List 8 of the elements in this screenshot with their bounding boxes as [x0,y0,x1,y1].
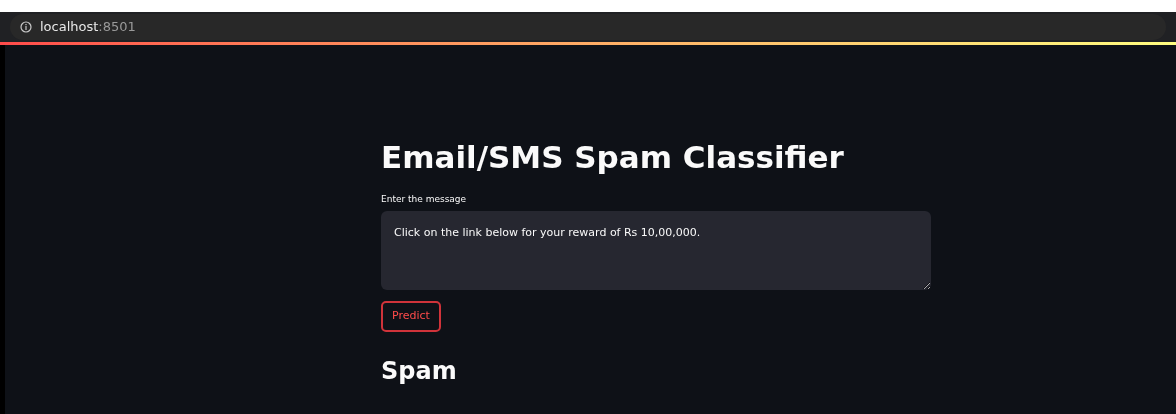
result-heading: Spam [381,356,458,386]
address-bar[interactable]: localhost:8501 [10,14,1166,40]
page-title: Email/SMS Spam Classifier [381,138,845,177]
predict-button[interactable]: Predict [381,301,441,332]
url-text: localhost:8501 [40,18,136,37]
input-label: Enter the message [381,193,468,205]
message-input[interactable]: Click on the link below for your reward of Rs 10,00,000. [381,211,931,290]
info-icon[interactable] [20,21,32,33]
